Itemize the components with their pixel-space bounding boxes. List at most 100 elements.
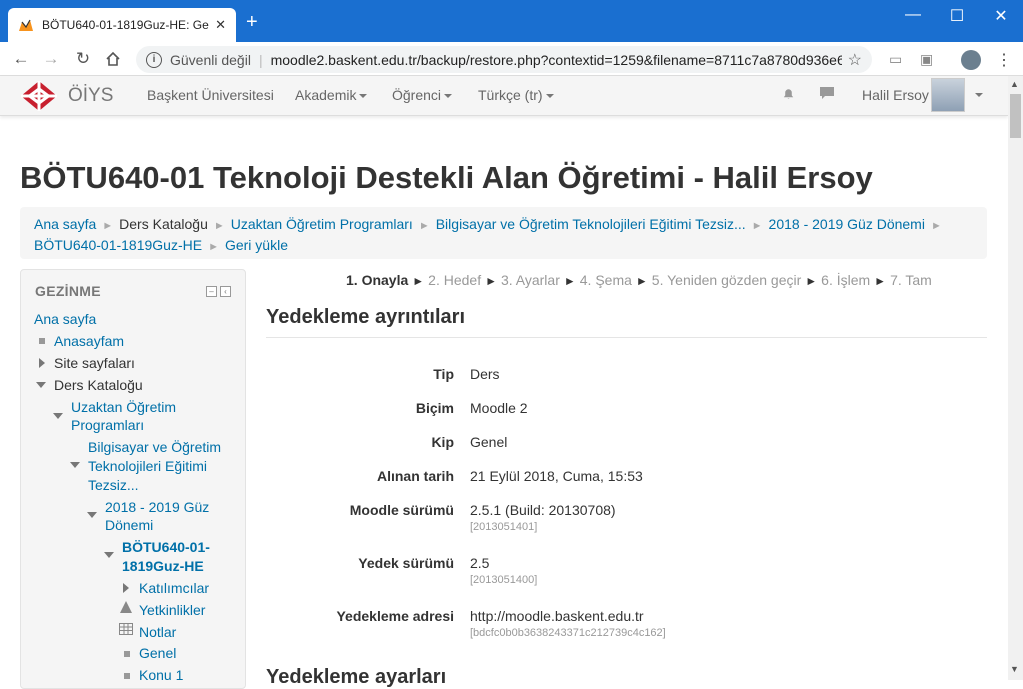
browser-tab[interactable]: BÖTU640-01-1819Guz-HE: Geri y ✕ <box>8 8 236 42</box>
backup-details-heading: Yedekleme ayrıntıları <box>266 306 466 328</box>
block-title: GEZİNME <box>35 283 101 299</box>
nav-term-1[interactable]: 2018 - 2019 Güz <box>105 498 209 517</box>
step-arrow-icon: ► <box>485 274 497 288</box>
nav-ogrenci-label: Öğrenci <box>392 87 442 103</box>
detail-value-mode: Genel <box>470 434 508 450</box>
minimize-icon[interactable]: — <box>903 6 923 24</box>
breadcrumb-separator: ► <box>208 241 219 253</box>
user-name[interactable]: Halil Ersoy <box>862 87 929 103</box>
nav-language[interactable]: Türkçe (tr) <box>478 87 554 103</box>
expand-right-icon[interactable] <box>123 583 129 593</box>
tab-title: BÖTU640-01-1819Guz-HE: Geri y <box>42 18 210 32</box>
nav-topic-1[interactable]: Konu 1 <box>139 666 183 685</box>
expand-down-icon[interactable] <box>70 462 80 468</box>
scroll-thumb[interactable] <box>1010 94 1021 138</box>
nav-ogrenci[interactable]: Öğrenci <box>392 87 453 103</box>
bullet-icon <box>124 673 130 679</box>
nav-participants[interactable]: Katılımcılar <box>139 579 209 598</box>
nav-course-1[interactable]: BÖTU640-01- <box>122 538 210 557</box>
collapse-icon[interactable]: – <box>206 286 217 297</box>
breadcrumb-catalog: Ders Kataloğu <box>119 216 208 232</box>
expand-down-icon[interactable] <box>87 512 97 518</box>
step-4-schema: 4. Şema <box>579 272 632 288</box>
nav-front[interactable]: Anasayfam <box>54 332 124 351</box>
step-arrow-icon: ► <box>635 274 648 288</box>
page-scrollbar[interactable] <box>1008 76 1023 680</box>
nav-remote-1[interactable]: Uzaktan Öğretim <box>71 398 176 417</box>
brand-link[interactable]: ÖİYS <box>20 80 113 112</box>
chat-icon[interactable] <box>819 86 835 106</box>
nav-program-1[interactable]: Bilgisayar ve Öğretim <box>88 438 221 457</box>
detail-label-mode: Kip <box>431 434 454 450</box>
breadcrumb-separator: ► <box>102 220 114 232</box>
nav-term-2[interactable]: Dönemi <box>105 516 153 535</box>
expand-right-icon[interactable] <box>39 358 45 368</box>
home-icon[interactable] <box>102 48 124 70</box>
forward-arrow-icon[interactable]: → <box>40 48 62 70</box>
menu-dots-icon[interactable]: ⋮ <box>996 50 1012 70</box>
nav-program-3[interactable]: Tezsiz... <box>88 476 139 495</box>
bell-icon[interactable] <box>781 86 796 106</box>
new-tab-button[interactable]: + <box>246 12 258 32</box>
detail-sub-moodle-version: [2013051401] <box>470 521 538 533</box>
step-arrow-icon: ► <box>874 274 887 288</box>
detail-value-format: Moodle 2 <box>470 400 528 416</box>
detail-label-date: Alınan tarih <box>376 468 454 484</box>
scroll-down-icon[interactable]: ▼ <box>1010 664 1019 674</box>
breadcrumb-program[interactable]: Bilgisayar ve Öğretim Teknolojileri Eğit… <box>436 216 746 232</box>
user-menu-caret-icon[interactable] <box>975 93 983 97</box>
detail-label-backup-url: Yedekleme adresi <box>336 608 454 624</box>
nav-akademik-label: Akademik <box>295 87 357 103</box>
step-arrow-icon: ► <box>412 274 425 288</box>
address-bar[interactable]: i Güvenli değil | moodle2.baskent.edu.tr… <box>136 46 872 73</box>
navigation-block: GEZİNME – ‹ Ana sayfa Anasayfam Site say… <box>20 269 246 689</box>
nav-remote-2[interactable]: Programları <box>71 416 144 435</box>
cast-icon[interactable]: ▭ <box>889 51 902 68</box>
breadcrumb-remote[interactable]: Uzaktan Öğretim Programları <box>231 216 413 232</box>
detail-value-type: Ders <box>470 366 500 382</box>
tab-close-icon[interactable]: ✕ <box>215 17 226 33</box>
detail-value-date: 21 Eylül 2018, Cuma, 15:53 <box>470 468 643 484</box>
expand-down-icon[interactable] <box>36 382 46 388</box>
nav-catalog[interactable]: Ders Kataloğu <box>54 376 143 395</box>
detail-label-type: Tip <box>433 366 454 382</box>
reload-icon[interactable]: ↻ <box>72 48 94 70</box>
step-2-destination: 2. Hedef <box>428 272 482 288</box>
nav-grades[interactable]: Notlar <box>139 623 176 642</box>
profile-avatar[interactable] <box>961 50 981 70</box>
breadcrumb-course[interactable]: BÖTU640-01-1819Guz-HE <box>34 237 202 253</box>
nav-baskent[interactable]: Başkent Üniversitesi <box>147 87 274 103</box>
nav-program-2[interactable]: Teknolojileri Eğitimi <box>88 457 207 476</box>
step-arrow-icon: ► <box>563 274 576 288</box>
breadcrumb-restore[interactable]: Geri yükle <box>225 237 288 253</box>
breadcrumb-separator: ► <box>930 220 942 232</box>
back-arrow-icon[interactable]: ← <box>10 48 32 70</box>
nav-home[interactable]: Ana sayfa <box>34 310 96 329</box>
nav-course-2[interactable]: 1819Guz-HE <box>122 557 204 576</box>
detail-sub-backup-url: [bdcfc0b0b3638243371c212739c4c162] <box>470 627 666 639</box>
breadcrumb-home[interactable]: Ana sayfa <box>34 216 96 232</box>
url-text[interactable]: moodle2.baskent.edu.tr/backup/restore.ph… <box>271 52 842 68</box>
nav-competencies[interactable]: Yetkinlikler <box>139 601 205 620</box>
window-close-icon[interactable]: ✕ <box>991 6 1011 26</box>
expand-down-icon[interactable] <box>53 413 63 419</box>
maximize-icon[interactable]: ☐ <box>947 6 967 26</box>
bookmark-star-icon[interactable]: ☆ <box>848 50 862 70</box>
nav-language-label: Türkçe (tr) <box>478 87 543 103</box>
extension-icon[interactable]: ▣ <box>920 51 933 68</box>
dock-icon[interactable]: ‹ <box>220 286 231 297</box>
info-icon[interactable]: i <box>146 51 162 68</box>
nav-general[interactable]: Genel <box>139 644 176 663</box>
nav-baskent-label: Başkent Üniversitesi <box>147 87 274 103</box>
breadcrumb-term[interactable]: 2018 - 2019 Güz Dönemi <box>769 216 925 232</box>
nav-site-pages[interactable]: Site sayfaları <box>54 354 135 373</box>
brand-text: ÖİYS <box>68 85 114 106</box>
scroll-up-icon[interactable]: ▲ <box>1010 79 1019 89</box>
caret-down-icon <box>444 94 453 99</box>
browser-toolbar: ← → ↻ i Güvenli değil | moodle2.baskent.… <box>0 42 1023 76</box>
nav-akademik[interactable]: Akademik <box>295 87 368 103</box>
detail-value-backup-url: http://moodle.baskent.edu.tr <box>470 608 644 624</box>
expand-down-icon[interactable] <box>104 552 114 558</box>
page-title: BÖTU640-01 Teknoloji Destekli Alan Öğret… <box>20 160 873 195</box>
user-avatar[interactable] <box>931 78 965 112</box>
